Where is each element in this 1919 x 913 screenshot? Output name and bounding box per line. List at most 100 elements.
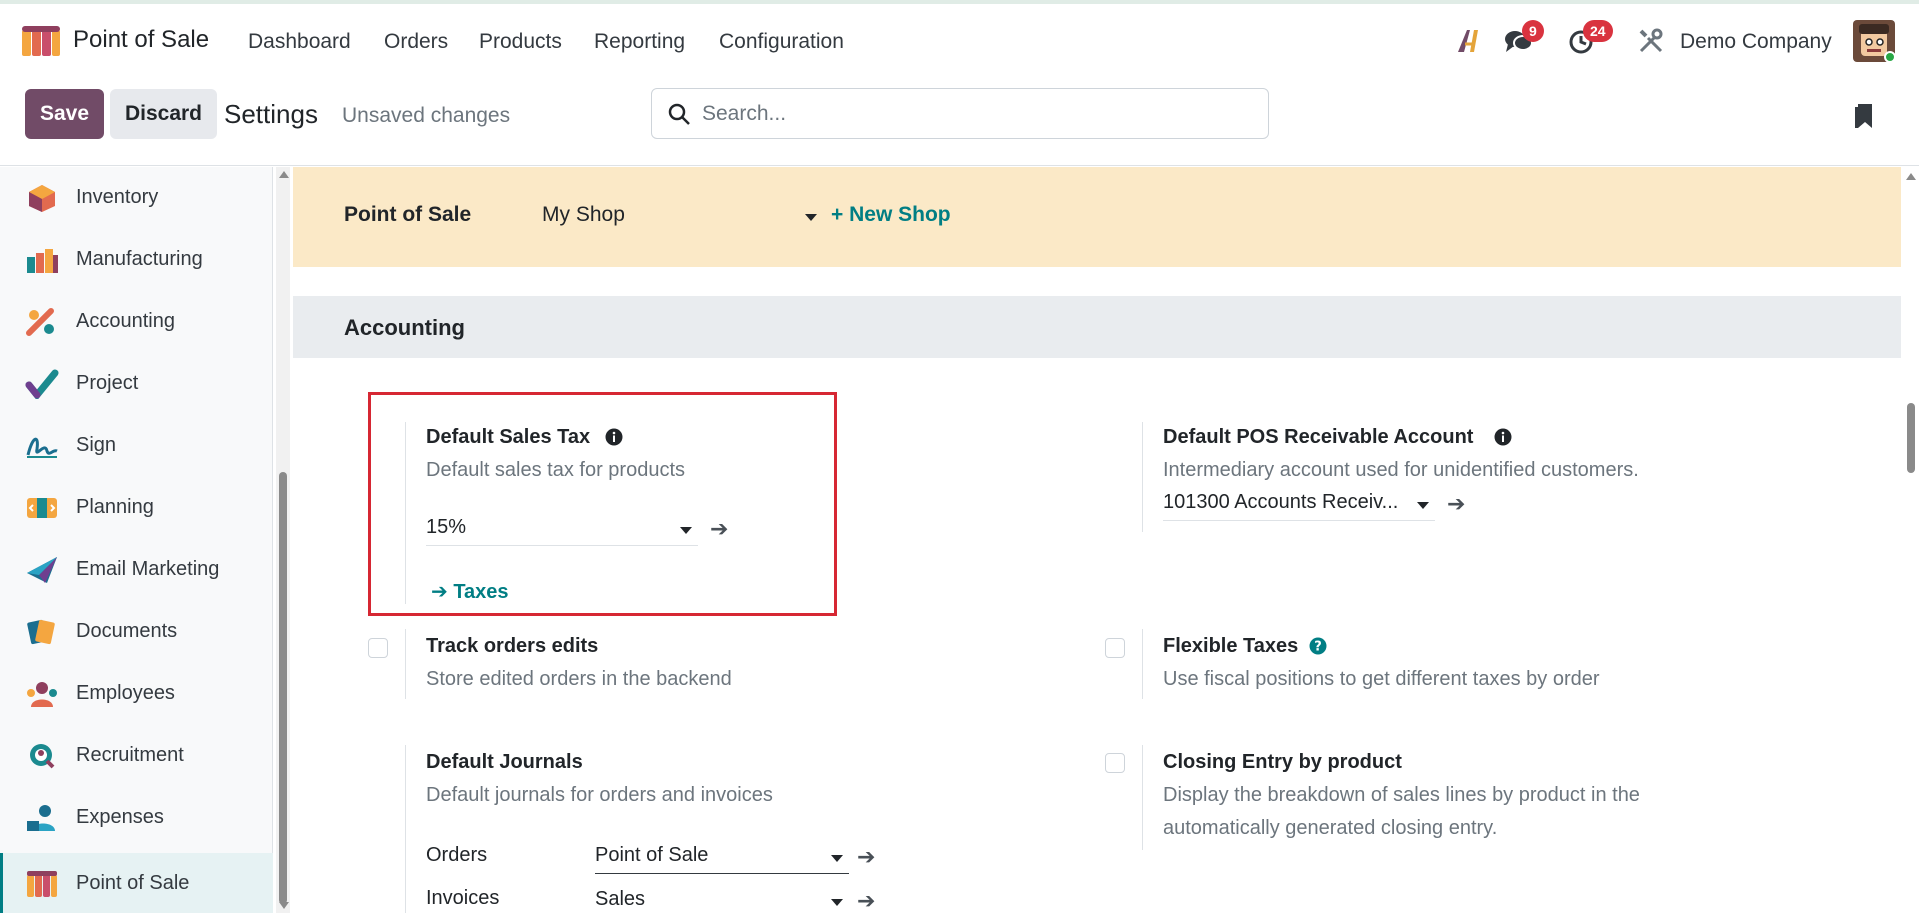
- main-scroll-thumb[interactable]: [1907, 403, 1915, 473]
- sidebar-item-inventory[interactable]: Inventory: [0, 167, 273, 229]
- track-orders-edits-checkbox[interactable]: [368, 638, 388, 658]
- section-title: Accounting: [344, 315, 465, 340]
- chevron-down-icon: [805, 214, 817, 221]
- menu-reporting[interactable]: Reporting: [594, 30, 685, 54]
- internal-link-arrow-icon[interactable]: ➔: [857, 844, 875, 870]
- sidebar-item-documents[interactable]: Documents: [0, 601, 273, 663]
- settings-sidebar: Inventory Manufacturing Accounting Proje…: [0, 167, 273, 913]
- setting-divider: [1142, 422, 1143, 532]
- closing-entry-title: Closing Entry by product: [1163, 751, 1402, 773]
- invoices-journal-select[interactable]: Sales: [595, 888, 849, 913]
- default-journals-title: Default Journals: [426, 751, 583, 773]
- project-icon: [25, 369, 59, 399]
- scroll-up-arrow-icon[interactable]: [1906, 173, 1916, 180]
- menu-configuration[interactable]: Configuration: [719, 30, 844, 54]
- track-orders-edits-desc: Store edited orders in the backend: [426, 668, 732, 690]
- settings-main-content: Point of Sale My Shop + New Shop Account…: [293, 167, 1901, 913]
- expenses-icon: [27, 805, 55, 831]
- sidebar-item-email-marketing[interactable]: Email Marketing: [0, 539, 273, 601]
- help-question-icon[interactable]: ?: [1309, 637, 1327, 655]
- flexible-taxes-checkbox[interactable]: [1105, 638, 1125, 658]
- sidebar-item-employees[interactable]: Employees: [0, 663, 273, 725]
- bookmark-icon[interactable]: [1853, 102, 1875, 130]
- menu-dashboard[interactable]: Dashboard: [248, 30, 351, 54]
- scroll-up-arrow-icon[interactable]: [279, 171, 289, 178]
- ai-icon[interactable]: [1456, 28, 1484, 54]
- shop-selector-bar: Point of Sale My Shop + New Shop: [293, 167, 1901, 267]
- sidebar-item-sign[interactable]: Sign: [0, 415, 273, 477]
- search-input[interactable]: [702, 99, 1242, 129]
- documents-icon: [27, 619, 55, 645]
- info-icon[interactable]: [605, 428, 623, 446]
- main-scrollbar[interactable]: [1903, 167, 1919, 913]
- scroll-down-arrow-icon[interactable]: [279, 902, 289, 909]
- sidebar-item-label: Sign: [76, 434, 117, 456]
- shop-select[interactable]: My Shop: [542, 203, 817, 231]
- flexible-taxes-title: Flexible Taxes: [1163, 635, 1299, 657]
- sidebar-item-label: Documents: [76, 620, 178, 642]
- taxes-link[interactable]: ➔ Taxes: [431, 579, 509, 604]
- default-journals-desc: Default journals for orders and invoices: [426, 784, 773, 806]
- company-switcher[interactable]: Demo Company: [1680, 30, 1832, 54]
- default-sales-tax-select[interactable]: 15%: [426, 516, 698, 546]
- internal-link-arrow-icon[interactable]: ➔: [857, 888, 875, 913]
- sidebar-scroll-thumb[interactable]: [279, 472, 287, 904]
- sidebar-item-label: Email Marketing: [76, 558, 220, 580]
- tools-icon[interactable]: [1638, 28, 1664, 54]
- new-shop-button[interactable]: + New Shop: [831, 203, 951, 227]
- setting-divider: [1142, 745, 1143, 850]
- activities-count-badge: 24: [1583, 20, 1613, 42]
- sign-icon: [26, 437, 58, 458]
- sidebar-item-label: Planning: [76, 496, 154, 518]
- invoices-journal-value: Sales: [595, 888, 646, 910]
- sidebar-scrollbar[interactable]: [276, 167, 290, 913]
- chevron-down-icon: [831, 899, 843, 906]
- pos-receivable-account-select[interactable]: 101300 Accounts Receiv...: [1163, 491, 1435, 521]
- chevron-down-icon: [680, 527, 692, 534]
- menu-products[interactable]: Products: [479, 30, 562, 54]
- menu-orders[interactable]: Orders: [384, 30, 448, 54]
- sidebar-item-label: Expenses: [76, 806, 164, 828]
- user-avatar[interactable]: [1853, 20, 1895, 62]
- discard-button[interactable]: Discard: [110, 89, 217, 139]
- sidebar-item-manufacturing[interactable]: Manufacturing: [0, 229, 273, 291]
- closing-entry-checkbox[interactable]: [1105, 753, 1125, 773]
- sidebar-item-planning[interactable]: Planning: [0, 477, 273, 539]
- setting-divider: [1142, 629, 1143, 699]
- sidebar-item-point-of-sale[interactable]: Point of Sale: [0, 853, 273, 913]
- search-box[interactable]: [651, 88, 1269, 139]
- inventory-icon: [29, 185, 55, 212]
- track-orders-edits-title: Track orders edits: [426, 635, 599, 657]
- shop-select-value: My Shop: [542, 203, 625, 226]
- shop-selector-label: Point of Sale: [344, 203, 472, 226]
- sidebar-item-label: Manufacturing: [76, 248, 203, 270]
- default-sales-tax-title: Default Sales Tax: [426, 426, 591, 448]
- orders-journal-label: Orders: [426, 844, 488, 866]
- setting-divider: [405, 745, 406, 913]
- app-name[interactable]: Point of Sale: [73, 26, 209, 54]
- sidebar-item-recruitment[interactable]: Recruitment: [0, 725, 273, 787]
- info-icon[interactable]: [1494, 428, 1512, 446]
- point-of-sale-logo-icon[interactable]: [20, 24, 62, 58]
- default-sales-tax-desc: Default sales tax for products: [426, 459, 686, 481]
- internal-link-arrow-icon[interactable]: ➔: [710, 516, 728, 542]
- save-button[interactable]: Save: [25, 89, 104, 139]
- email-marketing-icon: [27, 557, 57, 583]
- arrow-right-icon: ➔: [431, 581, 454, 603]
- sidebar-item-expenses[interactable]: Expenses: [0, 787, 273, 849]
- sidebar-item-label: Recruitment: [76, 744, 184, 766]
- closing-entry-desc-line1: Display the breakdown of sales lines by …: [1163, 784, 1640, 806]
- sidebar-item-label: Employees: [76, 682, 175, 704]
- default-pos-receivable-desc: Intermediary account used for unidentifi…: [1163, 459, 1639, 481]
- control-panel: Save Discard Settings Unsaved changes: [0, 78, 1919, 166]
- sidebar-item-accounting[interactable]: Accounting: [0, 291, 273, 353]
- orders-journal-value: Point of Sale: [595, 844, 709, 866]
- sidebar-item-label: Inventory: [76, 186, 159, 208]
- orders-journal-select[interactable]: Point of Sale: [595, 844, 849, 874]
- default-pos-receivable-title: Default POS Receivable Account: [1163, 426, 1474, 448]
- internal-link-arrow-icon[interactable]: ➔: [1447, 491, 1465, 517]
- chevron-down-icon: [1417, 502, 1429, 509]
- sidebar-item-project[interactable]: Project: [0, 353, 273, 415]
- closing-entry-desc-line2: automatically generated closing entry.: [1163, 817, 1498, 839]
- sidebar-item-label: Project: [76, 372, 139, 394]
